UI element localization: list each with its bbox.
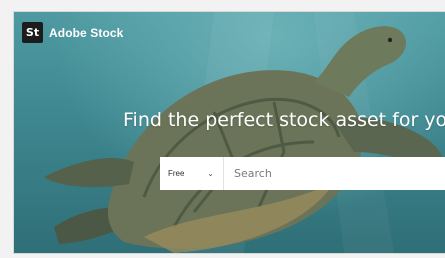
search-bar: Free ⌄ bbox=[160, 157, 445, 190]
asset-filter-value: Free bbox=[168, 169, 185, 178]
search-input[interactable] bbox=[224, 157, 445, 190]
chevron-down-icon: ⌄ bbox=[207, 169, 214, 178]
logo-text: Adobe Stock bbox=[49, 25, 124, 40]
sea-turtle-image bbox=[44, 12, 445, 253]
hero-headline: Find the perfect stock asset for your bbox=[123, 109, 445, 131]
adobe-stock-logo[interactable]: St Adobe Stock bbox=[22, 22, 123, 43]
asset-filter-dropdown[interactable]: Free ⌄ bbox=[160, 157, 224, 190]
hero-banner: St Adobe Stock Find the perfect stock as… bbox=[14, 12, 445, 253]
logo-mark-icon: St bbox=[22, 22, 43, 43]
